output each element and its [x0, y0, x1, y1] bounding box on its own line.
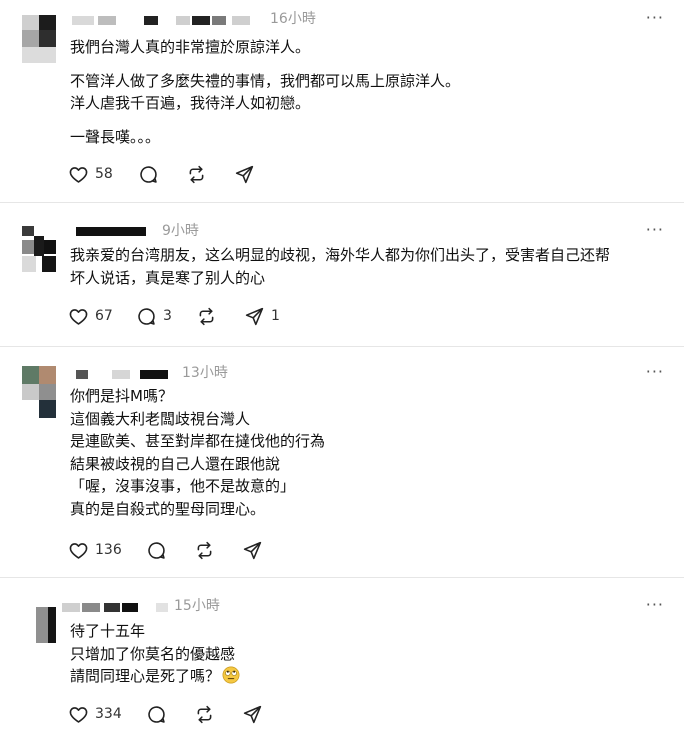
- post-actions: 58: [68, 163, 288, 185]
- repost-button[interactable]: [194, 703, 215, 725]
- post-card: 9小時 ··· 我亲爱的台湾朋友，这么明显的歧视，海外华人都为你们出头了，受害者…: [0, 220, 684, 345]
- share-button[interactable]: [242, 539, 263, 561]
- post-divider: [0, 346, 684, 347]
- like-count: 58: [95, 166, 113, 182]
- post-body: 你們是抖M嗎？ 這個義大利老闆歧視台灣人 是連歐美、甚至對岸都在撻伐他的行為 結…: [70, 385, 670, 521]
- post-text-line: 洋人虐我千百遍，我待洋人如初戀。: [70, 94, 311, 113]
- repost-icon: [197, 541, 212, 559]
- repost-button[interactable]: [196, 305, 217, 327]
- post-actions: 334: [68, 703, 288, 725]
- heart-icon: [69, 542, 88, 559]
- like-count: 136: [95, 542, 122, 558]
- repost-icon: [197, 705, 212, 723]
- avatar[interactable]: [22, 366, 56, 418]
- username-redacted[interactable]: [72, 12, 262, 26]
- comment-icon: [138, 307, 155, 325]
- like-button[interactable]: 136: [68, 539, 122, 561]
- post-card: 16小時 ··· 我們台灣人真的非常擅於原諒洋人。 不管洋人做了多麼失禮的事情，…: [0, 8, 684, 198]
- reply-button[interactable]: [146, 539, 167, 561]
- post-text-line: 只增加了你莫名的優越感: [70, 644, 236, 663]
- post-body: 我們台灣人真的非常擅於原諒洋人。 不管洋人做了多麼失禮的事情，我們都可以馬上原諒…: [70, 36, 670, 148]
- post-body: 待了十五年 只增加了你莫名的優越感 請問同理心是死了嗎？: [70, 620, 670, 691]
- post-time: 15小時: [174, 598, 220, 614]
- post-time: 9小時: [162, 223, 199, 239]
- reply-button[interactable]: 3: [136, 305, 172, 327]
- repost-button[interactable]: [186, 163, 207, 185]
- reply-button[interactable]: [138, 163, 159, 185]
- send-icon: [245, 307, 264, 325]
- share-button[interactable]: [234, 163, 255, 185]
- avatar[interactable]: [22, 15, 56, 63]
- like-count: 67: [95, 308, 113, 324]
- post-divider: [0, 202, 684, 203]
- username-redacted[interactable]: [76, 366, 176, 380]
- post-card: 15小時 ··· 待了十五年 只增加了你莫名的優越感 請問同理心是死了嗎？ 33…: [0, 595, 684, 732]
- post-text-line: 待了十五年: [70, 622, 146, 640]
- like-count: 334: [95, 706, 122, 722]
- send-icon: [243, 541, 262, 559]
- reply-count: 3: [163, 308, 172, 324]
- post-text-line: 結果被歧視的自己人還在跟他說: [70, 454, 281, 473]
- share-button[interactable]: 1: [244, 305, 280, 327]
- post-text-line: 請問同理心是死了嗎？: [70, 667, 221, 686]
- more-options-button[interactable]: ···: [646, 8, 664, 27]
- avatar[interactable]: [22, 222, 56, 272]
- username-redacted[interactable]: [62, 599, 172, 613]
- post-text-line: 這個義大利老闆歧視台灣人: [70, 409, 251, 428]
- post-actions: 67 3 1: [68, 305, 308, 327]
- post-text-line: 一聲長嘆。。。: [70, 127, 161, 146]
- comment-icon: [148, 705, 165, 723]
- comment-icon: [148, 541, 165, 559]
- share-button[interactable]: [242, 703, 263, 725]
- post-text-line: 「喔，沒事沒事，他不是故意的」: [70, 477, 296, 496]
- post-text-line: 我亲爱的台湾朋友，这么明显的歧视，海外华人都为你们出头了，受害者自己还帮: [70, 246, 611, 264]
- post-body: 我亲爱的台湾朋友，这么明显的歧视，海外华人都为你们出头了，受害者自己还帮 坏人说…: [70, 244, 670, 289]
- more-options-button[interactable]: ···: [646, 595, 664, 614]
- comment-icon: [140, 165, 157, 183]
- post-text-line: 我們台灣人真的非常擅於原諒洋人。: [70, 38, 311, 56]
- share-count: 1: [271, 308, 280, 324]
- more-options-button[interactable]: ···: [646, 362, 664, 381]
- send-icon: [235, 165, 254, 183]
- avatar[interactable]: [22, 607, 56, 643]
- repost-icon: [199, 307, 214, 325]
- post-text-line: 不管洋人做了多麼失禮的事情，我們都可以馬上原諒洋人。: [70, 71, 461, 90]
- post-text-line: 你們是抖M嗎？: [70, 387, 173, 405]
- like-button[interactable]: 58: [68, 163, 113, 185]
- like-button[interactable]: 67: [68, 305, 113, 327]
- post-time: 13小時: [182, 365, 228, 381]
- post-text-line: 坏人说话，真是寒了别人的心: [70, 268, 266, 287]
- post-time: 16小時: [270, 11, 316, 27]
- repost-button[interactable]: [194, 539, 215, 561]
- heart-icon: [69, 706, 88, 723]
- post-actions: 136: [68, 539, 288, 561]
- rolling-eyes-emoji: [222, 666, 240, 691]
- username-redacted[interactable]: [76, 223, 156, 237]
- post-text-line: 是連歐美、甚至對岸都在撻伐他的行為: [70, 432, 326, 451]
- heart-icon: [69, 166, 88, 183]
- post-text-line: 真的是自殺式的聖母同理心。: [70, 499, 266, 518]
- post-divider: [0, 577, 684, 578]
- like-button[interactable]: 334: [68, 703, 122, 725]
- send-icon: [243, 705, 262, 723]
- heart-icon: [69, 308, 88, 325]
- reply-button[interactable]: [146, 703, 167, 725]
- more-options-button[interactable]: ···: [646, 220, 664, 239]
- repost-icon: [189, 165, 204, 183]
- post-card: 13小時 ··· 你們是抖M嗎？ 這個義大利老闆歧視台灣人 是連歐美、甚至對岸都…: [0, 362, 684, 572]
